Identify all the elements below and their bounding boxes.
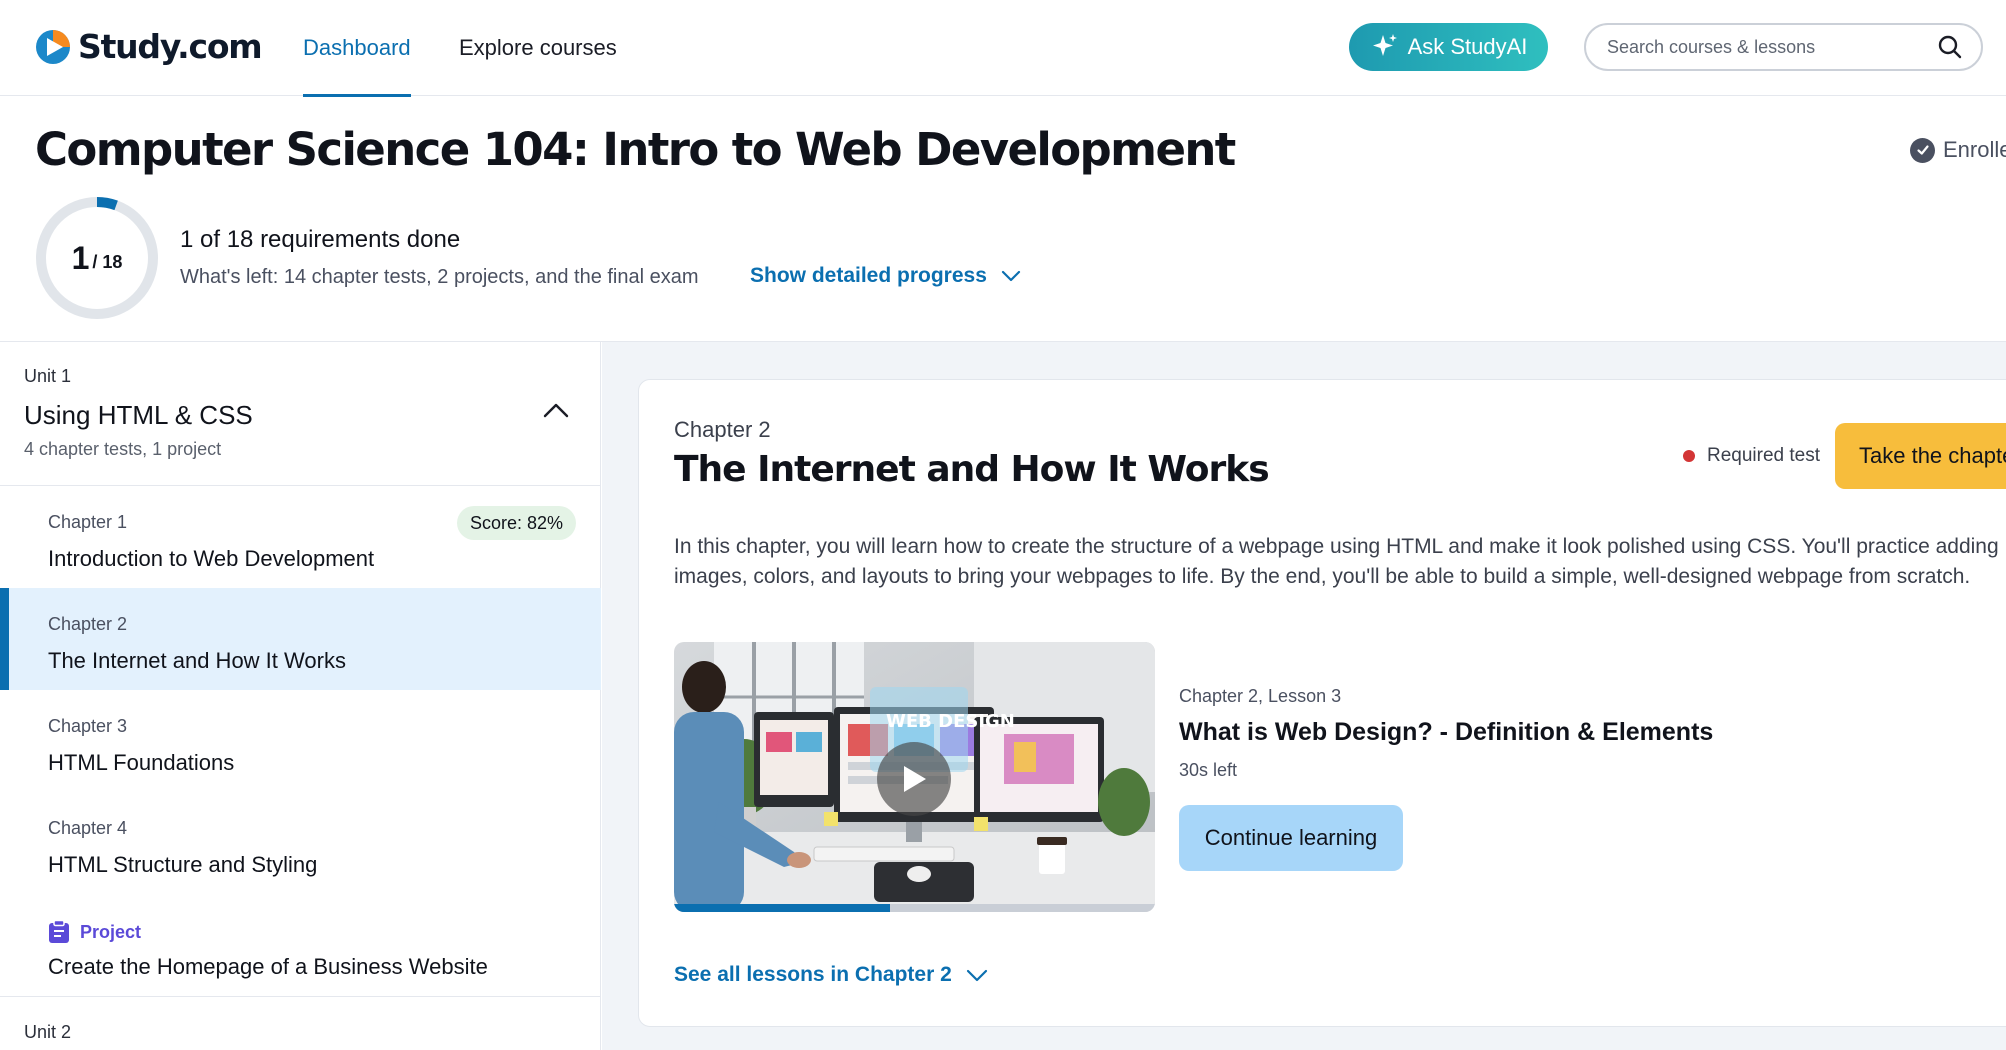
unit-2-label[interactable]: Unit 2 xyxy=(24,1022,71,1043)
tab-explore-courses[interactable]: Explore courses xyxy=(459,0,617,96)
chapter-name: The Internet and How It Works xyxy=(48,648,346,673)
search-input[interactable] xyxy=(1607,36,1937,58)
sparkle-icon xyxy=(1372,34,1397,56)
chapter-name: HTML Foundations xyxy=(48,750,235,775)
video-progress-fill xyxy=(674,904,891,912)
logo-text: Study.com xyxy=(78,27,263,66)
unit-divider xyxy=(0,996,601,997)
show-detailed-progress-label: Show detailed progress xyxy=(750,264,987,287)
chapter-number: Chapter 4 xyxy=(48,818,128,838)
take-chapter-test-button[interactable]: Take the chapter test xyxy=(1835,423,2006,489)
progress-total: / 18 xyxy=(92,251,123,272)
required-test-label: Required test xyxy=(1707,445,1821,466)
sidebar-item-project[interactable]: Project Create the Homepage of a Busines… xyxy=(0,894,601,996)
progress-done: 1 xyxy=(71,239,90,276)
course-title: Computer Science 104: Intro to Web Devel… xyxy=(35,123,1236,176)
lesson-video-thumbnail[interactable]: WEB DESIGN xyxy=(674,642,1155,912)
requirements-summary: 1 of 18 requirements done xyxy=(180,226,461,253)
unit-1-label: Unit 1 xyxy=(24,366,72,386)
study-logo[interactable]: Study.com xyxy=(34,27,263,66)
chapter-label: Chapter 2 xyxy=(674,417,771,442)
course-outline-sidebar: Unit 1 Using HTML & CSS 4 chapter tests,… xyxy=(0,342,601,1050)
see-all-lessons-link[interactable]: See all lessons in Chapter 2 xyxy=(674,963,988,987)
required-dot-icon xyxy=(1683,450,1695,462)
project-label: Project xyxy=(48,920,141,944)
project-name: Create the Homepage of a Business Websit… xyxy=(48,954,488,979)
ask-studyai-label: Ask StudyAI xyxy=(1407,34,1528,59)
enrolled-status: Enrolled xyxy=(1910,137,2006,163)
show-detailed-progress-link[interactable]: Show detailed progress xyxy=(750,264,1021,288)
chapter-name: Introduction to Web Development xyxy=(48,546,375,571)
screen-text: WEB DESIGN xyxy=(886,711,1015,732)
play-icon[interactable] xyxy=(877,742,951,816)
score-badge: Score: 82% xyxy=(457,506,577,540)
unit-1-title: Using HTML & CSS xyxy=(24,400,253,430)
ask-studyai-button[interactable]: Ask StudyAI xyxy=(1349,23,1548,71)
search-box[interactable] xyxy=(1584,23,1983,71)
required-test-indicator: Required test xyxy=(1683,445,1820,467)
lesson-time-left: 30s left xyxy=(1179,760,1238,780)
top-header: Study.com Dashboard Explore courses Ask … xyxy=(0,0,2006,97)
sidebar-item-chapter-1[interactable]: Chapter 1 Score: 82% Introduction to Web… xyxy=(0,486,601,588)
sidebar-item-chapter-2[interactable]: Chapter 2 The Internet and How It Works xyxy=(0,588,601,690)
chapter-card: Chapter 2 The Internet and How It Works … xyxy=(638,379,2006,1027)
chapter-title: The Internet and How It Works xyxy=(674,449,1270,490)
chapter-number: Chapter 2 xyxy=(48,614,128,634)
logo-icon xyxy=(34,28,72,66)
lesson-meta: Chapter 2, Lesson 3 xyxy=(1179,686,1342,706)
chapter-number: Chapter 3 xyxy=(48,716,128,736)
see-all-lessons-label: See all lessons in Chapter 2 xyxy=(674,963,952,986)
chevron-down-icon xyxy=(966,969,987,981)
chapter-name: HTML Structure and Styling xyxy=(48,852,318,877)
chevron-up-icon[interactable] xyxy=(543,402,569,418)
continue-learning-button[interactable]: Continue learning xyxy=(1179,805,1403,871)
search-icon[interactable] xyxy=(1937,34,1963,60)
sidebar-item-chapter-4[interactable]: Chapter 4 HTML Structure and Styling xyxy=(0,792,601,894)
project-kind: Project xyxy=(80,921,142,942)
progress-count: 1 / 18 xyxy=(35,196,159,320)
clipboard-icon xyxy=(49,920,69,943)
requirements-remaining: What's left: 14 chapter tests, 2 project… xyxy=(180,266,699,288)
sidebar-item-chapter-3[interactable]: Chapter 3 HTML Foundations xyxy=(0,690,601,792)
video-progress-bar xyxy=(674,904,1155,912)
lesson-title[interactable]: What is Web Design? - Definition & Eleme… xyxy=(1179,718,1713,747)
tab-dashboard[interactable]: Dashboard xyxy=(303,0,411,97)
chapter-number: Chapter 1 xyxy=(48,512,128,532)
enrolled-label: Enrolled xyxy=(1943,137,2006,162)
unit-1-meta: 4 chapter tests, 1 project xyxy=(24,439,222,459)
check-circle-icon xyxy=(1910,137,1935,163)
chevron-down-icon xyxy=(1001,270,1020,282)
chapter-description: In this chapter, you will learn how to c… xyxy=(674,535,1999,588)
